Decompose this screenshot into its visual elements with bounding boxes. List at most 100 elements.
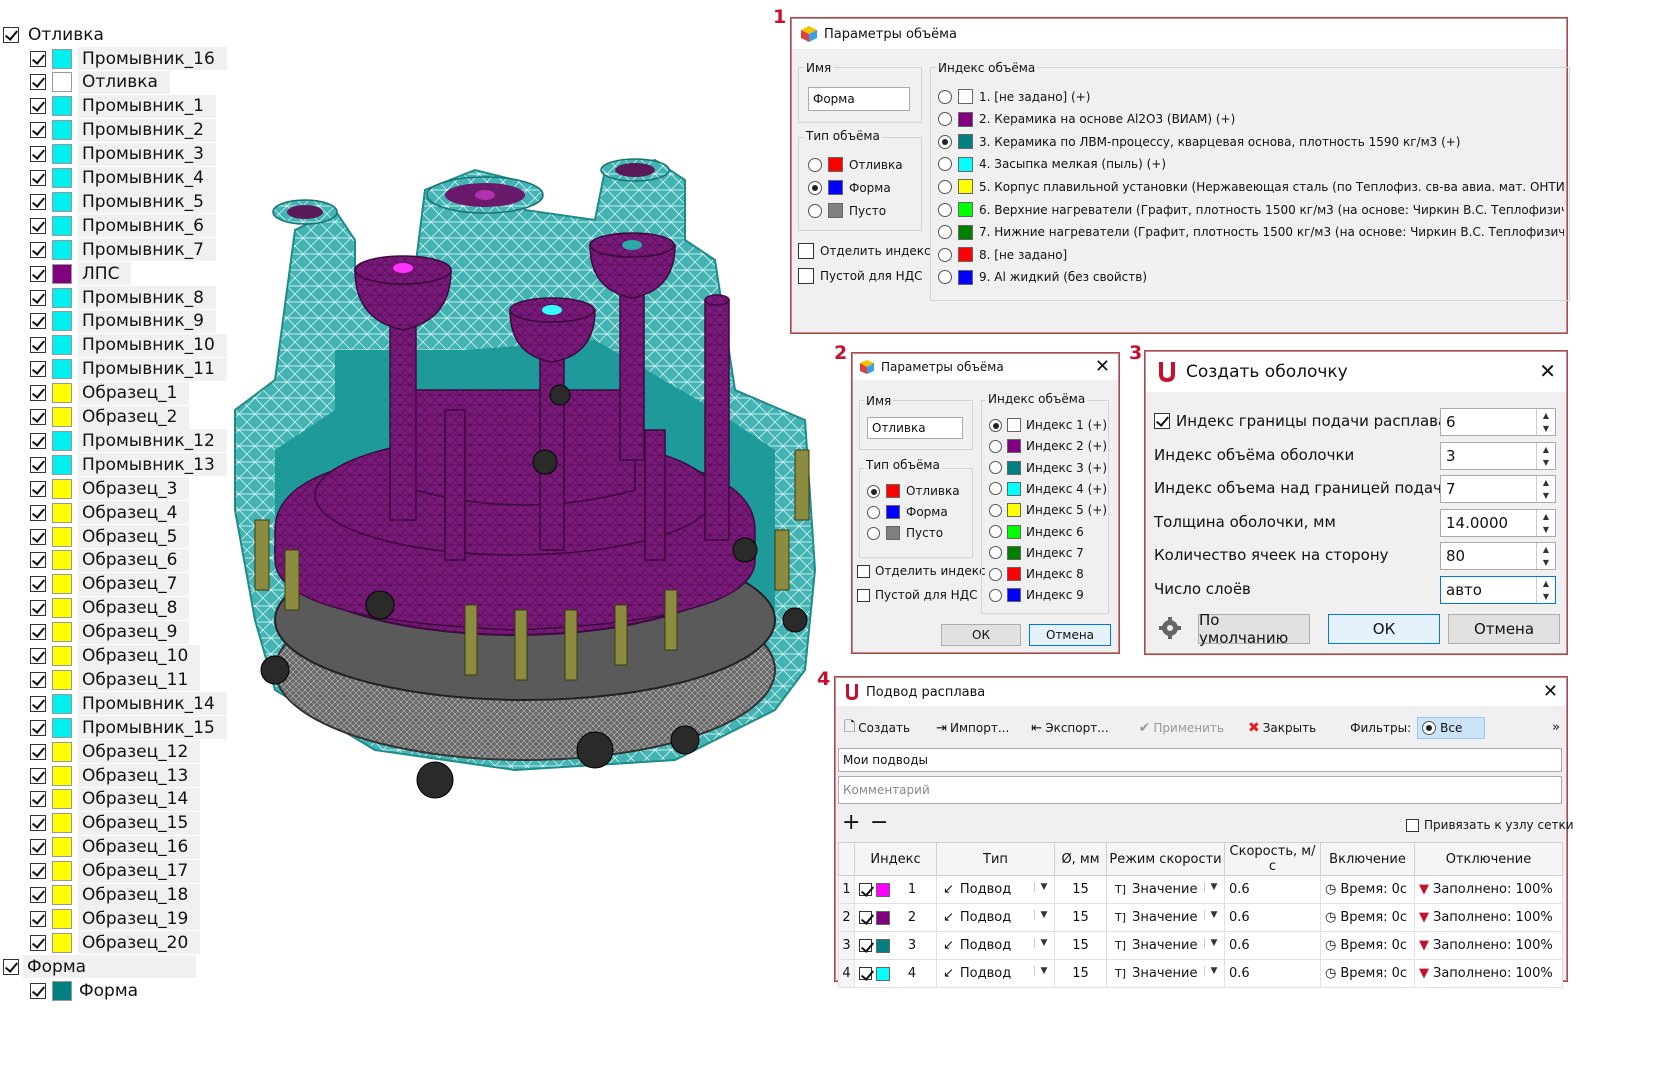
volume-index-radio[interactable]: 5. Корпус плавильной установки (Нержавею… xyxy=(938,179,1564,195)
checkbox[interactable] xyxy=(30,50,46,67)
tree-item[interactable]: Образец_3 xyxy=(30,476,190,501)
tree-item[interactable]: Образец_11 xyxy=(30,667,201,692)
radio[interactable] xyxy=(808,157,822,172)
volume-index-radio[interactable]: Индекс 2 (+) xyxy=(989,439,1107,454)
radio[interactable] xyxy=(867,505,880,519)
enable-cell[interactable]: ◷ Время: 0с xyxy=(1320,875,1415,904)
enable-cell[interactable]: ◷ Время: 0с xyxy=(1320,959,1415,988)
set-name-input[interactable]: Мои подводы xyxy=(838,748,1562,772)
tree-item[interactable]: Промывник_5 xyxy=(30,189,216,214)
tree-root-mold[interactable]: Форма xyxy=(3,954,197,979)
diameter-cell[interactable]: 15 xyxy=(1054,931,1107,960)
checkbox[interactable] xyxy=(30,74,46,91)
radio[interactable] xyxy=(867,484,880,498)
tree-item[interactable]: Образец_8 xyxy=(30,596,190,621)
tree-item[interactable]: Промывник_11 xyxy=(30,357,227,382)
column-header[interactable]: Тип xyxy=(936,842,1055,876)
diameter-cell[interactable]: 15 xyxy=(1054,959,1107,988)
volume-index-radio[interactable]: 6. Верхние нагреватели (Графит, плотност… xyxy=(938,202,1564,217)
spin-arrows-icon[interactable]: ▲ ▼ xyxy=(1536,409,1555,435)
checkbox[interactable] xyxy=(30,170,46,186)
volume-index-radio[interactable]: Индекс 7 xyxy=(989,545,1084,560)
volume-index-radio[interactable]: 7. Нижние нагреватели (Графит, плотность… xyxy=(938,224,1564,240)
radio[interactable] xyxy=(989,546,1002,560)
radio[interactable] xyxy=(808,180,822,195)
tree-item[interactable]: Промывник_15 xyxy=(30,715,227,740)
checkbox[interactable] xyxy=(30,719,46,736)
tree-item[interactable]: Образец_4 xyxy=(30,500,190,525)
field-spinbox[interactable]: авто ▲ ▼ xyxy=(1440,576,1556,604)
radio[interactable] xyxy=(989,418,1002,432)
radio[interactable] xyxy=(808,203,822,218)
empty-nds-checkbox[interactable]: Пустой для НДС xyxy=(798,268,922,284)
column-header[interactable]: Ø, мм xyxy=(1054,842,1107,876)
feed-boundary-checkbox[interactable] xyxy=(1154,413,1170,429)
default-button[interactable]: По умолчанию xyxy=(1198,611,1310,647)
tree-item[interactable]: Образец_18 xyxy=(30,883,201,908)
speed-cell[interactable]: 0.6 xyxy=(1224,959,1321,988)
tree-item[interactable]: Форма xyxy=(30,978,138,1003)
volume-index-radio[interactable]: Индекс 1 (+) xyxy=(989,418,1107,432)
checkbox[interactable] xyxy=(30,671,46,688)
volume-index-radio[interactable]: Индекс 9 xyxy=(989,588,1084,603)
tree-item[interactable]: Промывник_16 xyxy=(30,46,227,71)
tree-item[interactable]: Образец_6 xyxy=(30,548,190,573)
empty-nds-checkbox[interactable]: Пустой для НДС xyxy=(857,588,977,602)
tree-item[interactable]: Образец_12 xyxy=(30,739,201,764)
tree-item[interactable]: Промывник_7 xyxy=(30,237,216,262)
checkbox[interactable] xyxy=(30,600,46,617)
checkbox[interactable] xyxy=(30,528,46,545)
field-spinbox[interactable]: 7 ▲ ▼ xyxy=(1440,475,1556,504)
name-input[interactable]: Форма xyxy=(808,87,910,111)
volume-index-radio[interactable]: Индекс 4 (+) xyxy=(989,481,1107,496)
close-button[interactable]: Закрыть xyxy=(1263,721,1316,735)
tree-item[interactable]: Промывник_12 xyxy=(30,428,227,453)
import-button[interactable]: Импорт... xyxy=(950,721,1009,735)
tree-item[interactable]: Образец_20 xyxy=(30,930,201,955)
spin-arrows-icon[interactable]: ▲ ▼ xyxy=(1536,442,1555,469)
chevron-down-icon[interactable]: ▼ xyxy=(1034,966,1053,976)
table-row[interactable]: 3 3 ↙ Подвод ▼ 15 T] Значение ▼ 0.6 ◷ Время: 0с ▼ Зап… xyxy=(838,931,1563,960)
close-icon[interactable]: ✕ xyxy=(1095,358,1110,376)
volume-index-radio[interactable]: Индекс 6 xyxy=(989,524,1084,539)
tree-item[interactable]: Образец_19 xyxy=(30,906,201,931)
comment-input[interactable]: Комментарий xyxy=(838,776,1562,804)
checkbox[interactable] xyxy=(30,146,46,163)
row-checkbox[interactable] xyxy=(859,911,872,924)
radio[interactable] xyxy=(989,503,1002,517)
tree-item[interactable]: Образец_14 xyxy=(30,787,201,812)
volume-index-radio[interactable]: Индекс 8 xyxy=(989,567,1084,582)
tree-item[interactable]: Промывник_1 xyxy=(30,94,216,119)
volume-type-radio[interactable]: Отливка xyxy=(867,484,960,498)
index-cell[interactable]: 3 xyxy=(854,931,937,960)
radio[interactable] xyxy=(989,588,1002,602)
snap-to-node-checkbox[interactable]: Привязать к узлу сетки xyxy=(1406,818,1574,832)
tree-item[interactable]: Образец_17 xyxy=(30,859,201,884)
chevron-down-icon[interactable]: ▼ xyxy=(1204,882,1223,892)
speed-cell[interactable]: 0.6 xyxy=(1224,931,1321,960)
column-header[interactable]: Режим скорости xyxy=(1106,842,1225,876)
checkbox[interactable] xyxy=(30,863,46,880)
checkbox[interactable] xyxy=(30,887,46,903)
checkbox[interactable] xyxy=(30,815,46,832)
checkbox[interactable] xyxy=(30,648,46,664)
tree-item[interactable]: Образец_5 xyxy=(30,524,190,549)
chevron-down-icon[interactable]: ▼ xyxy=(1034,910,1053,920)
table-row[interactable]: 1 1 ↙ Подвод ▼ 15 T] Значение ▼ 0.6 ◷ Время: 0с ▼ Зап… xyxy=(838,875,1563,904)
cancel-button[interactable]: Отмена xyxy=(1448,614,1560,644)
tree-item[interactable]: Промывник_2 xyxy=(30,118,216,143)
volume-type-radio[interactable]: Пусто xyxy=(808,203,886,218)
radio[interactable] xyxy=(938,202,952,217)
disable-cell[interactable]: ▼ Заполнено: 100% xyxy=(1414,903,1563,932)
radio[interactable] xyxy=(938,157,952,172)
tree-item[interactable]: Образец_2 xyxy=(30,405,190,430)
chevron-down-icon[interactable]: ▼ xyxy=(1204,910,1223,920)
checkbox[interactable] xyxy=(30,409,46,425)
column-header[interactable]: Отключение xyxy=(1414,842,1563,876)
type-cell[interactable]: ↙ Подвод ▼ xyxy=(936,959,1055,988)
checkbox[interactable] xyxy=(30,385,46,402)
diameter-cell[interactable]: 15 xyxy=(1054,903,1107,932)
radio[interactable] xyxy=(938,179,952,194)
export-button[interactable]: Экспорт... xyxy=(1045,721,1108,735)
checkbox[interactable] xyxy=(30,313,46,330)
